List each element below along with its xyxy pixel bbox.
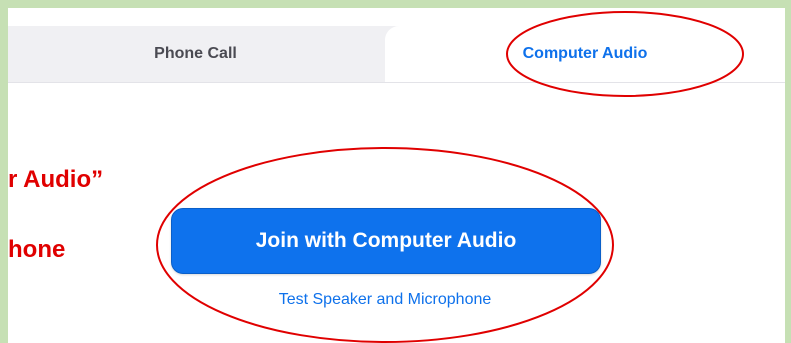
annotation-text-2: hone [8, 236, 66, 263]
frame-border [785, 0, 791, 343]
tab-computer-audio[interactable]: Computer Audio [385, 26, 785, 82]
join-with-computer-audio-button[interactable]: Join with Computer Audio [171, 208, 601, 274]
annotation-text-1: r Audio” [8, 166, 104, 193]
tab-phone-call[interactable]: Phone Call [8, 26, 383, 82]
tab-computer-audio-label: Computer Audio [522, 45, 648, 62]
test-link-label: Test Speaker and Microphone [278, 291, 492, 308]
test-speaker-microphone-link[interactable]: Test Speaker and Microphone [171, 291, 599, 309]
tab-phone-call-label: Phone Call [154, 45, 237, 62]
join-button-label: Join with Computer Audio [255, 229, 517, 252]
audio-tab-bar: Phone Call Computer Audio [8, 26, 785, 83]
audio-dialog-panel: Phone Call Computer Audio r Audio” hone … [8, 8, 785, 343]
